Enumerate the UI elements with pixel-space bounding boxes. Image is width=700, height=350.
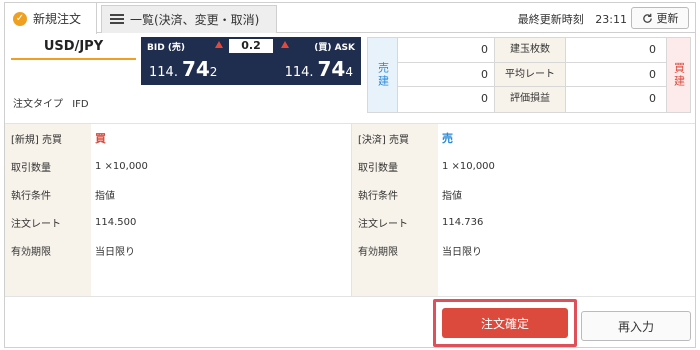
new-order-details: [新規] 売買 買 取引数量 1 ×10,000 執行条件 指値 注文レート 1… — [5, 123, 351, 297]
buy-unrealized-pl: 0 — [649, 92, 656, 106]
close-execution-value: 指値 — [442, 190, 462, 202]
refresh-button[interactable]: 更新 — [631, 7, 689, 29]
new-execution-value: 指値 — [95, 190, 115, 202]
position-row: 0 評価損益 0 — [398, 87, 666, 112]
refresh-label: 更新 — [656, 12, 679, 25]
reenter-button[interactable]: 再入力 — [581, 311, 691, 341]
detail-row: 執行条件 指値 — [352, 182, 695, 206]
detail-label: 有効期限 — [358, 246, 398, 258]
sell-position-label: 売建 — [368, 38, 398, 112]
position-row: 0 平均レート 0 — [398, 62, 666, 88]
currency-pair: USD/JPY — [11, 39, 136, 60]
detail-row: [決済] 売買 売 — [352, 126, 695, 150]
detail-label: 注文レート — [358, 218, 408, 230]
last-updated: 最終更新時刻 23:11 — [518, 11, 627, 27]
position-row-label: 平均レート — [494, 62, 566, 87]
new-rate-value: 114.500 — [95, 216, 137, 228]
detail-label: 有効期限 — [11, 246, 51, 258]
bid-price-main: 74 — [181, 57, 210, 81]
bid-up-arrow-icon — [215, 41, 223, 48]
order-panel: ✓ 新規注文 一覧(決済、変更・取消) 最終更新時刻 23:11 更新 USD/… — [4, 2, 696, 348]
detail-label: 注文レート — [11, 218, 61, 230]
bid-label: BID (売) — [147, 43, 186, 53]
new-expiry-value: 当日限り — [95, 246, 135, 258]
detail-label: 執行条件 — [358, 190, 398, 202]
position-summary: 売建 0 建玉枚数 0 0 平均レート 0 0 評価損益 0 買建 — [367, 37, 691, 113]
confirm-order-button[interactable]: 注文確定 — [442, 308, 568, 338]
sell-position-count: 0 — [481, 43, 488, 56]
tab-order-list[interactable]: 一覧(決済、変更・取消) — [101, 5, 277, 33]
close-rate-value: 114.736 — [442, 216, 484, 228]
detail-row: [新規] 売買 買 — [5, 126, 351, 150]
detail-label: [決済] 売買 — [358, 134, 409, 146]
last-updated-label: 最終更新時刻 — [517, 13, 584, 26]
detail-row: 有効期限 当日限り — [5, 238, 351, 262]
order-type-value: IFD — [72, 99, 89, 110]
confirm-highlight: 注文確定 — [433, 299, 577, 347]
detail-row: 注文レート 114.736 — [352, 210, 695, 234]
detail-row: 有効期限 当日限り — [352, 238, 695, 262]
bid-price-small: 2 — [209, 65, 218, 79]
ask-price-main: 74 — [317, 57, 346, 81]
tab-new-order[interactable]: ✓ 新規注文 — [5, 3, 97, 34]
refresh-icon — [642, 13, 652, 23]
list-icon — [110, 14, 124, 25]
tab-bar: ✓ 新規注文 一覧(決済、変更・取消) 最終更新時刻 23:11 更新 — [5, 3, 695, 34]
ask-label: (買) ASK — [314, 43, 355, 53]
detail-row: 取引数量 1 ×10,000 — [5, 154, 351, 178]
quote-box: BID (売) 0.2 (買) ASK 114. 742 114. 744 — [141, 37, 361, 85]
close-order-details: [決済] 売買 売 取引数量 1 ×10,000 執行条件 指値 注文レート 1… — [351, 123, 695, 297]
buy-position-count: 0 — [649, 43, 656, 56]
order-type-label: 注文タイプ — [13, 99, 63, 110]
position-row: 0 建玉枚数 0 — [398, 38, 666, 63]
ask-price[interactable]: 114. 744 — [285, 57, 353, 81]
position-row-label: 建玉枚数 — [494, 38, 566, 62]
detail-row: 注文レート 114.500 — [5, 210, 351, 234]
detail-label: [新規] 売買 — [11, 134, 62, 146]
ask-up-arrow-icon — [281, 41, 289, 48]
ask-price-big: 114. — [284, 65, 314, 80]
detail-label: 取引数量 — [358, 162, 398, 174]
last-updated-time: 23:11 — [595, 13, 627, 26]
detail-row: 取引数量 1 ×10,000 — [352, 154, 695, 178]
new-side-value: 買 — [95, 132, 106, 145]
tab-order-list-label: 一覧(決済、変更・取消) — [130, 13, 260, 27]
detail-row: 執行条件 指値 — [5, 182, 351, 206]
close-quantity-value: 1 ×10,000 — [442, 160, 495, 172]
buy-average-rate: 0 — [649, 67, 656, 81]
position-row-label: 評価損益 — [494, 87, 566, 112]
close-side-value: 売 — [442, 132, 453, 145]
buy-position-label: 買建 — [666, 38, 690, 112]
ask-price-small: 4 — [345, 65, 353, 79]
sell-unrealized-pl: 0 — [481, 92, 488, 106]
detail-label: 取引数量 — [11, 162, 51, 174]
check-circle-icon: ✓ — [13, 11, 27, 26]
tab-new-order-label: 新規注文 — [33, 12, 82, 26]
bid-price-big: 114. — [149, 65, 178, 80]
detail-label: 執行条件 — [11, 190, 51, 202]
new-quantity-value: 1 ×10,000 — [95, 160, 148, 172]
order-type: 注文タイプ IFD — [13, 95, 89, 110]
spread-value: 0.2 — [229, 39, 273, 53]
close-expiry-value: 当日限り — [442, 246, 482, 258]
sell-average-rate: 0 — [481, 67, 488, 81]
bid-price[interactable]: 114. 742 — [149, 57, 217, 81]
